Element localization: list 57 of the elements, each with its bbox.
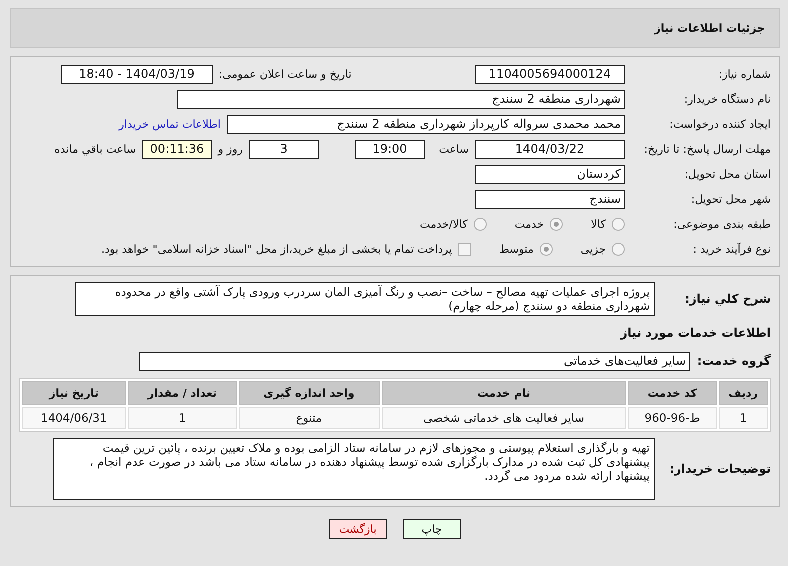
field-label: توضیحات خریدار:: [668, 462, 771, 476]
field-label: نام دستگاه خریدار:: [683, 92, 771, 106]
table-cell: 1: [128, 407, 237, 429]
remaining-label: ساعت باقي مانده: [54, 142, 136, 156]
deadline-date-field: 1404/03/22: [475, 140, 625, 158]
table-cell: سایر فعالیت های خدماتی شخصی: [382, 407, 626, 429]
need-number-field: 1104005694000124: [475, 64, 625, 84]
back-button[interactable]: بازگشت: [329, 519, 387, 539]
field-label: شرح کلي نياز:: [684, 292, 771, 306]
field-label: مهلت ارسال پاسخ: تا تاریخ:: [643, 142, 771, 156]
column-header: ردیف: [718, 381, 768, 405]
radio-button[interactable]: [550, 218, 564, 230]
radio-label: متوسط: [499, 242, 534, 256]
section-heading: اطلاعات خدمات مورد نیاز: [619, 326, 771, 340]
field-label: تاریخ و ساعت اعلان عمومی:: [219, 68, 353, 80]
buyer-notes-box: تهیه و بارگذاری استعلام پیوستی و مجوزهای لازم در سامانه ستاد الزامی بوده و ملاک تعیین برنده ، پائین ترین قیمت پیشنهادی کل ثبت شده در مدارک بارگزاری شده توسط پیشنهاد دهنده در سامانه ستاد می باشد در صورت عدم انجام ، پیشنهاد ارائه شده مردود می گردد.: [53, 438, 655, 500]
radio-button[interactable]: [540, 242, 553, 256]
announce-date-field: 1404/03/19 - 18:40: [61, 64, 213, 84]
column-header: تعداد / مقدار: [128, 381, 237, 405]
field-label: گروه خدمت:: [696, 354, 771, 368]
requester-field: محمد محمدی سرواله کارپرداز شهرداری منطقه 2 سنندج: [227, 114, 625, 134]
field-label: نوع فرآیند خرید :: [692, 242, 771, 256]
field-label: ایجاد کننده درخواست:: [668, 118, 771, 130]
print-button[interactable]: چاپ: [403, 519, 461, 539]
service-group-field: سایر فعالیت‌های خدماتی: [139, 352, 690, 370]
column-header: کد خدمت: [628, 381, 717, 405]
field-label: شماره نیاز:: [718, 68, 771, 80]
radio-label: جزیی: [580, 242, 606, 256]
days-field: 3: [249, 140, 319, 158]
column-header: واحد اندازه گیری: [238, 381, 380, 405]
days-label: روز و: [218, 142, 243, 156]
radio-label: کالا: [591, 218, 606, 230]
city-field: سنندج: [475, 190, 625, 208]
checkbox-label: پرداخت تمام یا بخشی از مبلغ خرید،از محل "اسناد خزانه اسلامی" خواهد بود.: [102, 242, 452, 256]
field-label: طبقه بندی موضوعی:: [672, 218, 771, 230]
table-cell: ط-96-960: [628, 407, 717, 429]
radio-label: خدمت: [514, 218, 544, 230]
radio-button[interactable]: [612, 242, 625, 256]
table-cell: 1404/06/31: [22, 407, 126, 429]
description-box: پروژه اجرای عملیات تهیه مصالح – ساخت –نصب و رنگ آمیزی المان سردرب ورودی پارک آشتی واقع در محدوده شهرداری منطقه دو سنندج (مرحله چهارم): [75, 282, 655, 316]
buyer-contact-link[interactable]: اطلاعات تماس خریدار: [119, 118, 221, 130]
deadline-time-field: 19:00: [355, 140, 425, 158]
time-label: ساعت: [438, 142, 469, 156]
table-cell: متنوع: [238, 407, 380, 429]
radio-label: کالا/خدمت: [420, 218, 468, 230]
page-title: جزئیات اطلاعات نیاز: [10, 8, 780, 48]
column-header: تاریخ نیاز: [22, 381, 126, 405]
column-header: نام خدمت: [382, 381, 626, 405]
buyer-org-field: شهرداری منطقه 2 سنندج: [177, 90, 625, 108]
checkbox[interactable]: [458, 242, 472, 256]
radio-button[interactable]: [612, 218, 625, 230]
table-cell: 1: [718, 407, 768, 429]
radio-button[interactable]: [474, 218, 487, 230]
field-label: شهر محل تحویل:: [690, 192, 771, 206]
remaining-time-field: 00:11:36: [142, 140, 212, 158]
field-label: استان محل تحویل:: [684, 168, 771, 180]
province-field: کردستان: [475, 164, 625, 184]
